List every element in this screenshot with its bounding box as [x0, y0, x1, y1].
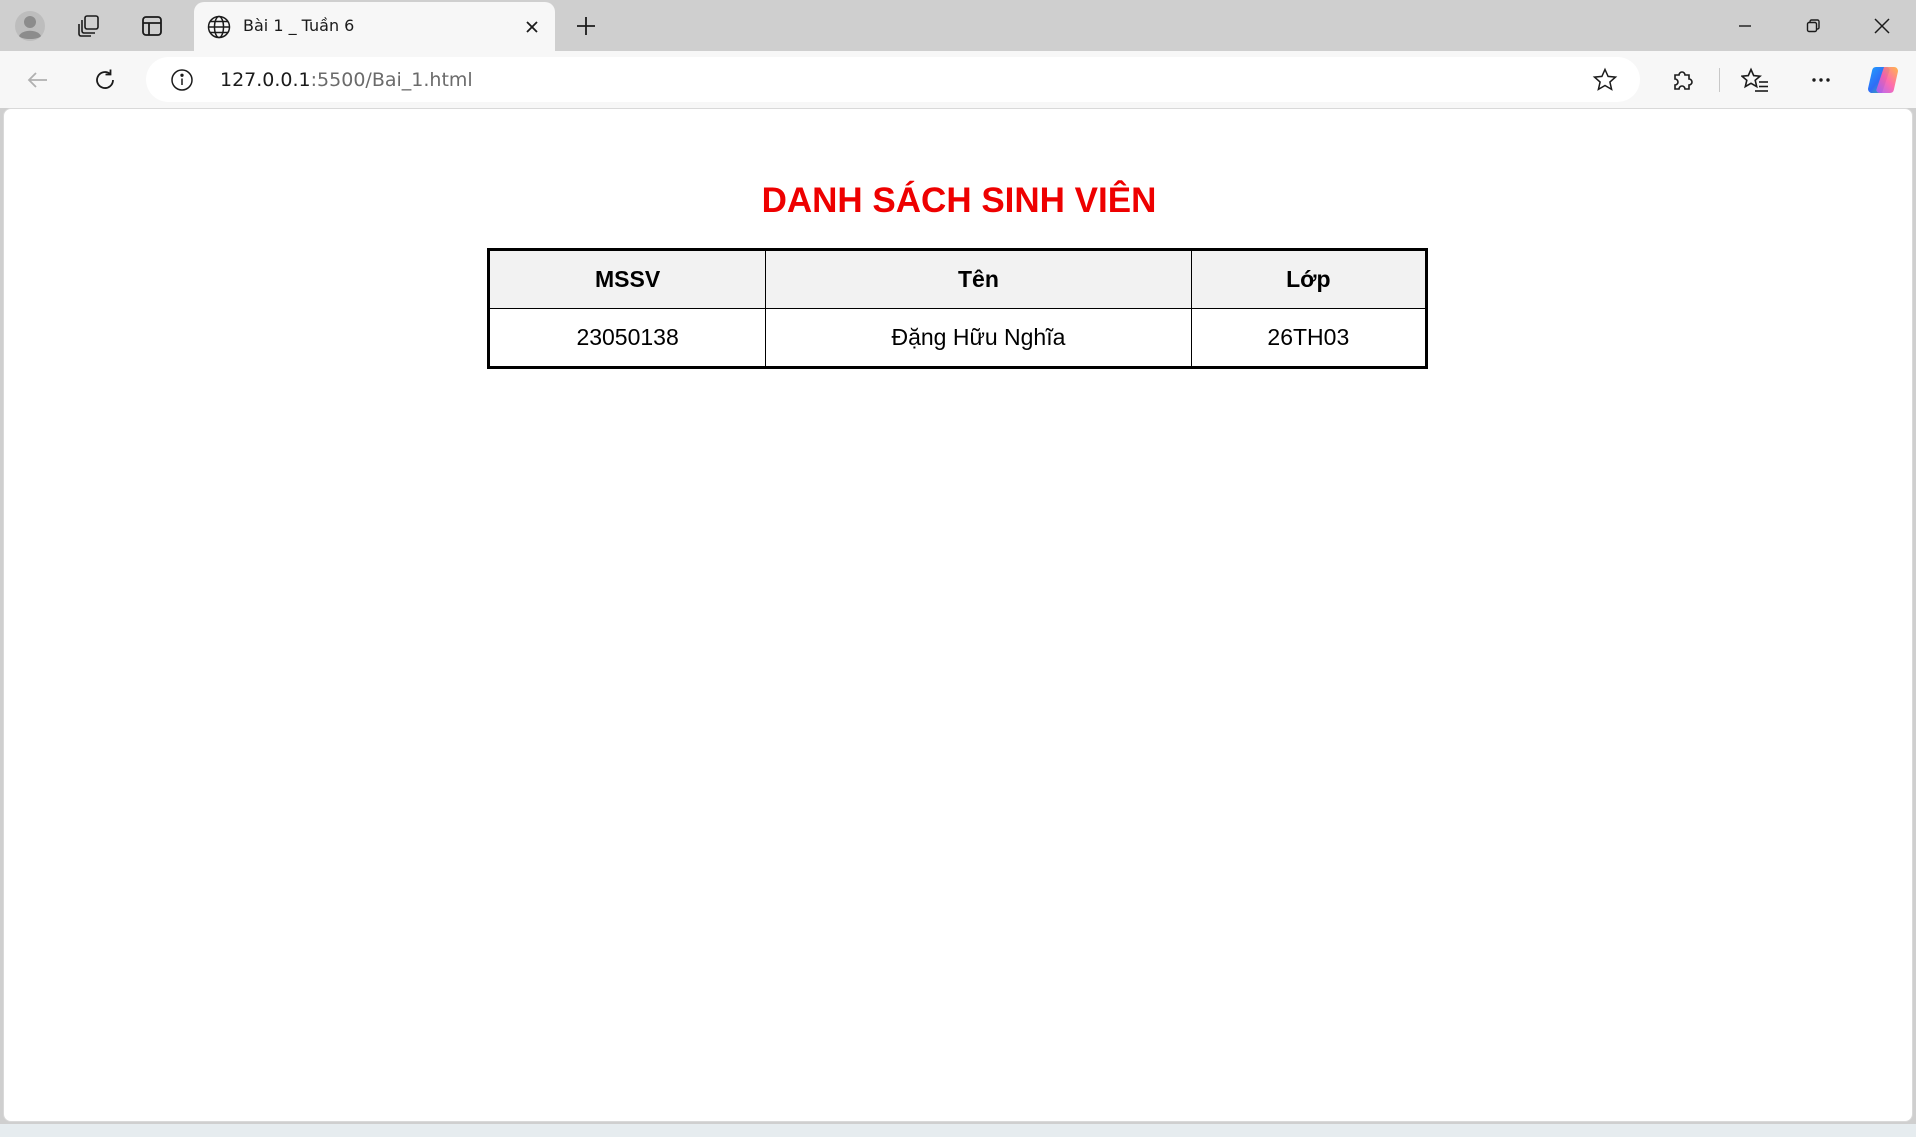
- student-table: MSSV Tên Lớp 23050138 Đặng Hữu Nghĩa 26T…: [487, 248, 1428, 369]
- favorites-button[interactable]: [1736, 61, 1774, 99]
- close-window-button[interactable]: [1848, 0, 1916, 51]
- favorites-icon: [1741, 67, 1768, 92]
- column-header-name: Tên: [765, 249, 1192, 309]
- cell-name: Đặng Hữu Nghĩa: [765, 308, 1192, 368]
- reload-button[interactable]: [86, 61, 124, 99]
- browser-toolbar: 127.0.0.1:5500/Bai_1.html: [0, 51, 1916, 108]
- table-header-row: MSSV Tên Lớp: [487, 249, 1428, 309]
- toolbar-separator: [1719, 68, 1720, 92]
- copilot-button[interactable]: [1864, 61, 1902, 99]
- restore-button[interactable]: [1779, 0, 1847, 51]
- more-dots-icon: [1812, 78, 1830, 82]
- active-tab[interactable]: Bài 1 _ Tuần 6: [194, 2, 555, 51]
- globe-icon: [207, 15, 231, 39]
- address-bar[interactable]: 127.0.0.1:5500/Bai_1.html: [146, 57, 1640, 102]
- cell-class: 26TH03: [1190, 308, 1428, 368]
- table-row: 23050138 Đặng Hữu Nghĩa 26TH03: [487, 308, 1428, 368]
- tab-strip: Bài 1 _ Tuần 6: [0, 0, 1916, 51]
- minimize-button[interactable]: [1711, 0, 1779, 51]
- puzzle-icon: [1674, 71, 1693, 90]
- close-tab-icon[interactable]: [519, 14, 545, 40]
- plus-icon: [577, 17, 595, 35]
- extensions-button[interactable]: [1663, 61, 1701, 99]
- page-title: DANH SÁCH SINH VIÊN: [761, 181, 1157, 220]
- profile-avatar-icon[interactable]: [12, 8, 48, 44]
- tab-actions-icon[interactable]: [134, 8, 170, 44]
- url-host: 127.0.0.1: [220, 69, 311, 91]
- reload-icon: [96, 69, 114, 89]
- workspaces-icon[interactable]: [71, 8, 107, 44]
- tab-title: Bài 1 _ Tuần 6: [243, 16, 355, 35]
- url-text[interactable]: 127.0.0.1:5500/Bai_1.html: [220, 69, 473, 91]
- column-header-mssv: MSSV: [487, 249, 767, 309]
- minimize-icon: [1739, 24, 1751, 27]
- taskbar-edge: [0, 1124, 1916, 1137]
- url-path: :5500/Bai_1.html: [310, 69, 473, 91]
- back-button[interactable]: [19, 61, 57, 99]
- copilot-icon: [1868, 67, 1898, 93]
- back-arrow-icon: [27, 72, 47, 88]
- settings-more-button[interactable]: [1802, 61, 1840, 99]
- new-tab-button[interactable]: [568, 8, 604, 44]
- page-viewport: DANH SÁCH SINH VIÊN MSSV Tên Lớp 2305013…: [3, 108, 1913, 1122]
- site-info-icon[interactable]: [170, 68, 194, 92]
- cell-mssv: 23050138: [487, 308, 767, 368]
- column-header-class: Lớp: [1190, 249, 1428, 309]
- restore-icon: [1806, 18, 1820, 32]
- close-icon: [1874, 17, 1890, 34]
- favorite-star-icon[interactable]: [1592, 67, 1618, 93]
